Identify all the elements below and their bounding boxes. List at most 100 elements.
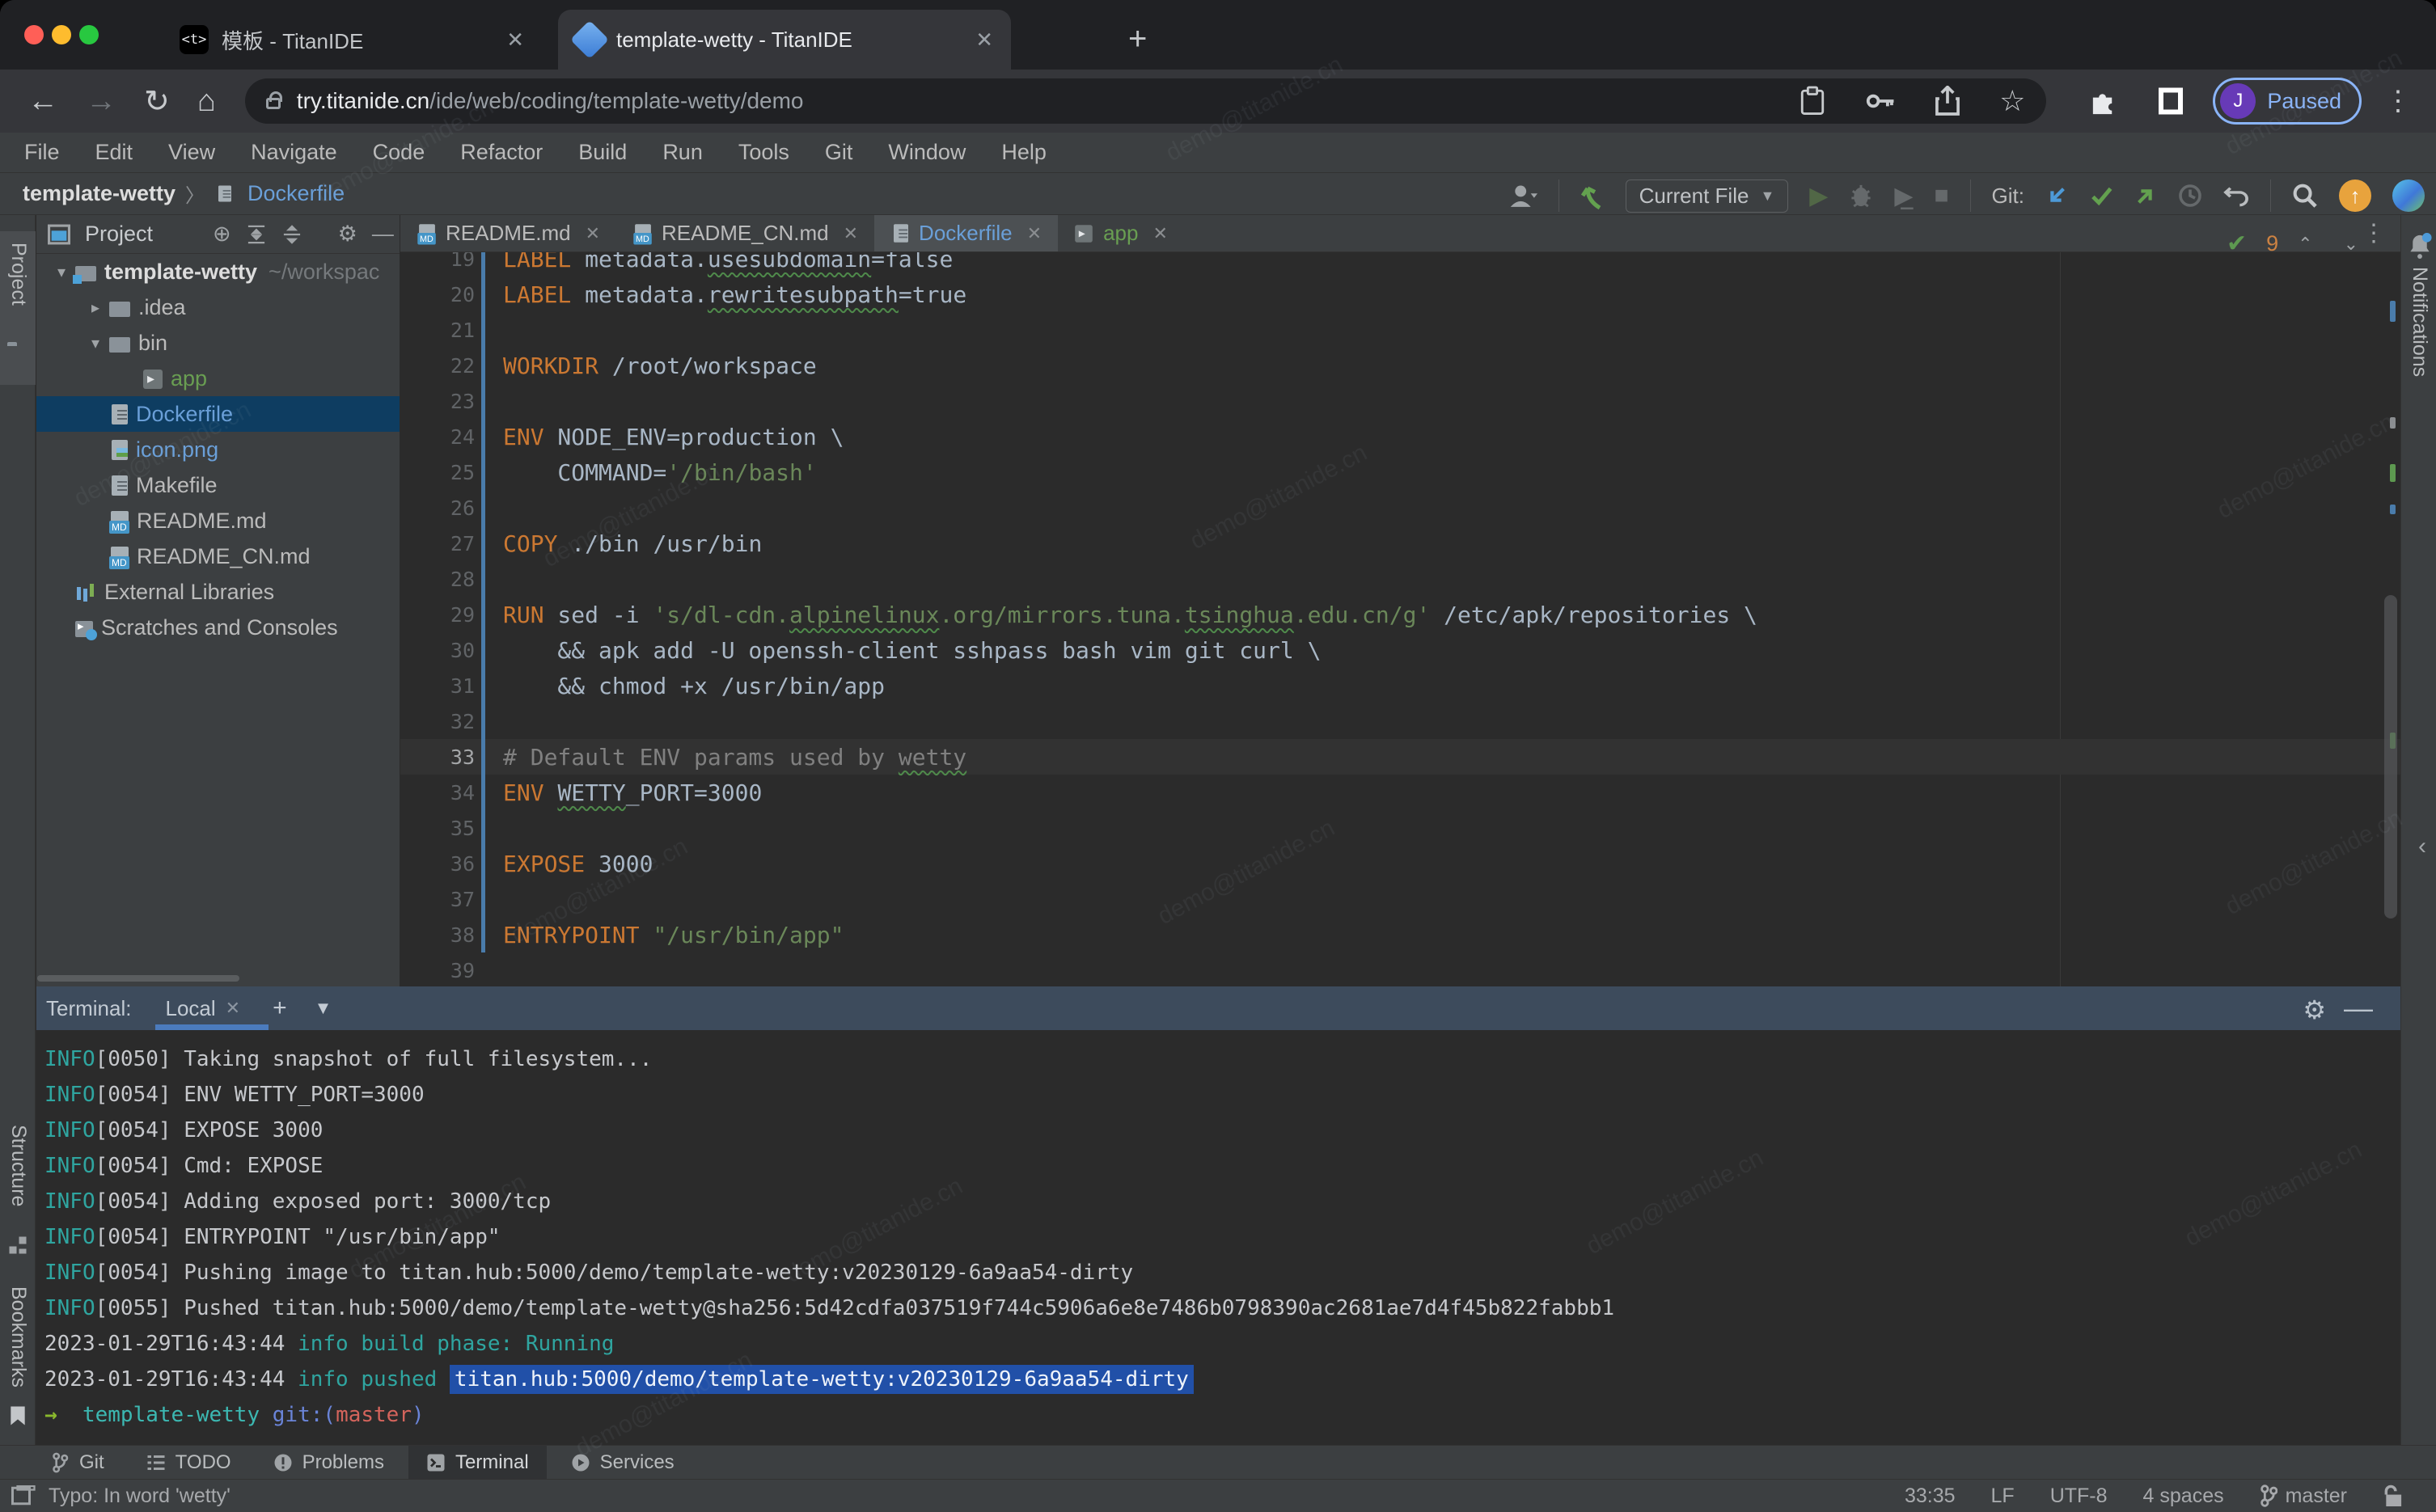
caret-position[interactable]: 33:35 (1905, 1485, 1956, 1508)
extensions-puzzle-icon[interactable] (2088, 86, 2119, 116)
clipboard-icon[interactable] (1799, 86, 1826, 116)
terminal-settings-gear-icon[interactable]: ⚙ (2303, 995, 2326, 1025)
ide-avatar-icon[interactable] (2392, 179, 2425, 212)
tree-row-readme.md[interactable]: README.md (36, 503, 400, 538)
git-commit-check-icon[interactable] (2089, 185, 2113, 206)
tree-row-icon.png[interactable]: icon.png (36, 432, 400, 467)
code-line-24[interactable]: 24ENV NODE_ENV=production \ (400, 419, 2400, 454)
tab-close-icon[interactable]: ✕ (844, 223, 858, 244)
user-account-icon[interactable] (1508, 182, 1537, 209)
run-with-coverage-icon[interactable]: ▶̲ (1894, 182, 1913, 210)
notifications-bell-icon[interactable] (2408, 233, 2432, 259)
password-key-icon[interactable] (1865, 90, 1896, 112)
project-horizontal-scrollbar[interactable] (37, 975, 239, 982)
tree-row-bin[interactable]: ▾bin (36, 325, 400, 361)
tab-close-icon[interactable]: ✕ (506, 27, 524, 53)
editor-area[interactable]: README.md✕README_CN.md✕Dockerfile✕app✕⋮ … (400, 215, 2400, 986)
bookmark-star-icon[interactable]: ☆ (1999, 84, 2025, 118)
tree-chevron-icon[interactable]: ▾ (82, 333, 109, 353)
update-available-icon[interactable]: ↑ (2339, 179, 2371, 212)
code-line-39[interactable]: 39 (400, 952, 2400, 986)
editor-preview-icon[interactable] (11, 1485, 36, 1506)
tree-row-template-wetty[interactable]: ▾template-wetty~/workspac (36, 254, 400, 289)
code-line-35[interactable]: 35 (400, 810, 2400, 846)
code-line-31[interactable]: 31 && chmod +x /usr/bin/app (400, 668, 2400, 703)
reload-icon[interactable]: ↻ (144, 83, 170, 120)
code-viewport[interactable]: 19LABEL metadata.usesubdomain=false20LAB… (400, 252, 2400, 986)
gear-icon[interactable]: ⚙ (338, 222, 357, 247)
indent-setting[interactable]: 4 spaces (2143, 1485, 2224, 1508)
inspections-widget[interactable]: ✔ 9 ⌃ ⌄ (2227, 230, 2358, 258)
hide-panel-icon[interactable]: — (372, 222, 394, 247)
tree-chevron-icon[interactable]: ▸ (82, 298, 109, 318)
lock-icon[interactable] (266, 98, 281, 109)
stop-button[interactable]: ■ (1934, 182, 1948, 209)
code-line-20[interactable]: 20LABEL metadata.rewritesubpath=true (400, 277, 2400, 312)
run-configuration-select[interactable]: Current File▼ (1626, 179, 1789, 213)
terminal-output[interactable]: INFO[0050] Taking snapshot of full files… (36, 1030, 2400, 1445)
menu-view[interactable]: View (168, 140, 215, 165)
url-text[interactable]: try.titanide.cn/ide/web/coding/template-… (297, 88, 804, 114)
stripe-notifications-label[interactable]: Notifications (2408, 267, 2431, 377)
git-update-icon[interactable] (2045, 184, 2068, 207)
terminal-minimize-icon[interactable]: — (2344, 991, 2373, 1025)
prev-problem-icon[interactable]: ⌃ (2298, 234, 2312, 255)
debug-bug-icon[interactable] (1849, 183, 1873, 209)
code-line-27[interactable]: 27COPY ./bin /usr/bin (400, 526, 2400, 561)
terminal-dropdown-chevron-icon[interactable]: ▼ (315, 998, 332, 1019)
code-line-29[interactable]: 29RUN sed -i 's/dl-cdn.alpinelinux.org/m… (400, 597, 2400, 632)
browser-menu-icon[interactable]: ⋮ (2384, 85, 2412, 117)
git-branch-widget[interactable]: master (2260, 1485, 2347, 1508)
toolwindow-todo[interactable]: TODO (129, 1446, 249, 1480)
editor-vertical-scrollbar[interactable] (2384, 595, 2397, 919)
browser-tab-active[interactable]: template-wetty - TitanIDE ✕ (558, 10, 1011, 70)
tree-row-app[interactable]: app (36, 361, 400, 396)
collapse-all-icon[interactable] (281, 224, 302, 245)
structure-icon[interactable] (8, 1235, 27, 1255)
project-folder-icon[interactable] (7, 341, 15, 356)
menu-window[interactable]: Window (888, 140, 966, 165)
stripe-project-label[interactable]: Project (6, 243, 30, 306)
menu-help[interactable]: Help (1001, 140, 1047, 165)
back-icon[interactable]: ← (27, 84, 58, 119)
locate-file-icon[interactable]: ⊕ (213, 222, 231, 247)
breadcrumb-file[interactable]: Dockerfile (214, 181, 345, 206)
new-terminal-session-icon[interactable]: + (273, 995, 287, 1022)
toolwindow-services[interactable]: Services (553, 1446, 692, 1480)
stripe-structure-label[interactable]: Structure (6, 1125, 30, 1206)
tree-row-external libraries[interactable]: External Libraries (36, 574, 400, 610)
menu-edit[interactable]: Edit (95, 140, 133, 165)
code-line-21[interactable]: 21 (400, 312, 2400, 348)
menu-git[interactable]: Git (825, 140, 853, 165)
forward-icon[interactable]: → (86, 84, 116, 119)
tree-row-dockerfile[interactable]: Dockerfile (36, 396, 400, 432)
code-line-28[interactable]: 28 (400, 561, 2400, 597)
code-line-36[interactable]: 36EXPOSE 3000 (400, 846, 2400, 881)
tab-close-icon[interactable]: ✕ (975, 27, 993, 53)
menu-tools[interactable]: Tools (738, 140, 789, 165)
collapse-panel-icon[interactable]: ‹ (2418, 833, 2426, 860)
window-close-button[interactable] (24, 25, 44, 44)
address-bar[interactable]: try.titanide.cn/ide/web/coding/template-… (245, 78, 2047, 124)
editor-tab-options-icon[interactable]: ⋮ (2362, 215, 2400, 251)
editor-tab-app[interactable]: app✕ (1058, 215, 1184, 251)
history-clock-icon[interactable] (2178, 184, 2202, 208)
share-icon[interactable] (1935, 86, 1960, 116)
menu-code[interactable]: Code (373, 140, 425, 165)
expand-all-icon[interactable] (246, 224, 267, 245)
editor-tab-readme_cn.md[interactable]: README_CN.md✕ (616, 215, 874, 251)
tree-row-scratches and consoles[interactable]: Scratches and Consoles (36, 610, 400, 645)
code-line-34[interactable]: 34ENV WETTY_PORT=3000 (400, 775, 2400, 810)
code-line-30[interactable]: 30 && apk add -U openssh-client sshpass … (400, 632, 2400, 668)
tree-row-.idea[interactable]: ▸.idea (36, 289, 400, 325)
stripe-bookmarks-label[interactable]: Bookmarks (6, 1286, 30, 1387)
git-push-icon[interactable] (2134, 184, 2157, 207)
code-line-23[interactable]: 23 (400, 383, 2400, 419)
terminal-tab-close-icon[interactable]: ✕ (226, 998, 240, 1019)
tree-row-makefile[interactable]: Makefile (36, 467, 400, 503)
terminal-tool-window[interactable]: Terminal: Local ✕ + ▼ ⚙ — INFO[0050] Tak… (36, 986, 2400, 1445)
code-line-25[interactable]: 25 COMMAND='/bin/bash' (400, 454, 2400, 490)
menu-navigate[interactable]: Navigate (251, 140, 337, 165)
bookmark-flag-icon[interactable] (8, 1405, 27, 1426)
error-stripe-mark[interactable] (2390, 301, 2396, 322)
